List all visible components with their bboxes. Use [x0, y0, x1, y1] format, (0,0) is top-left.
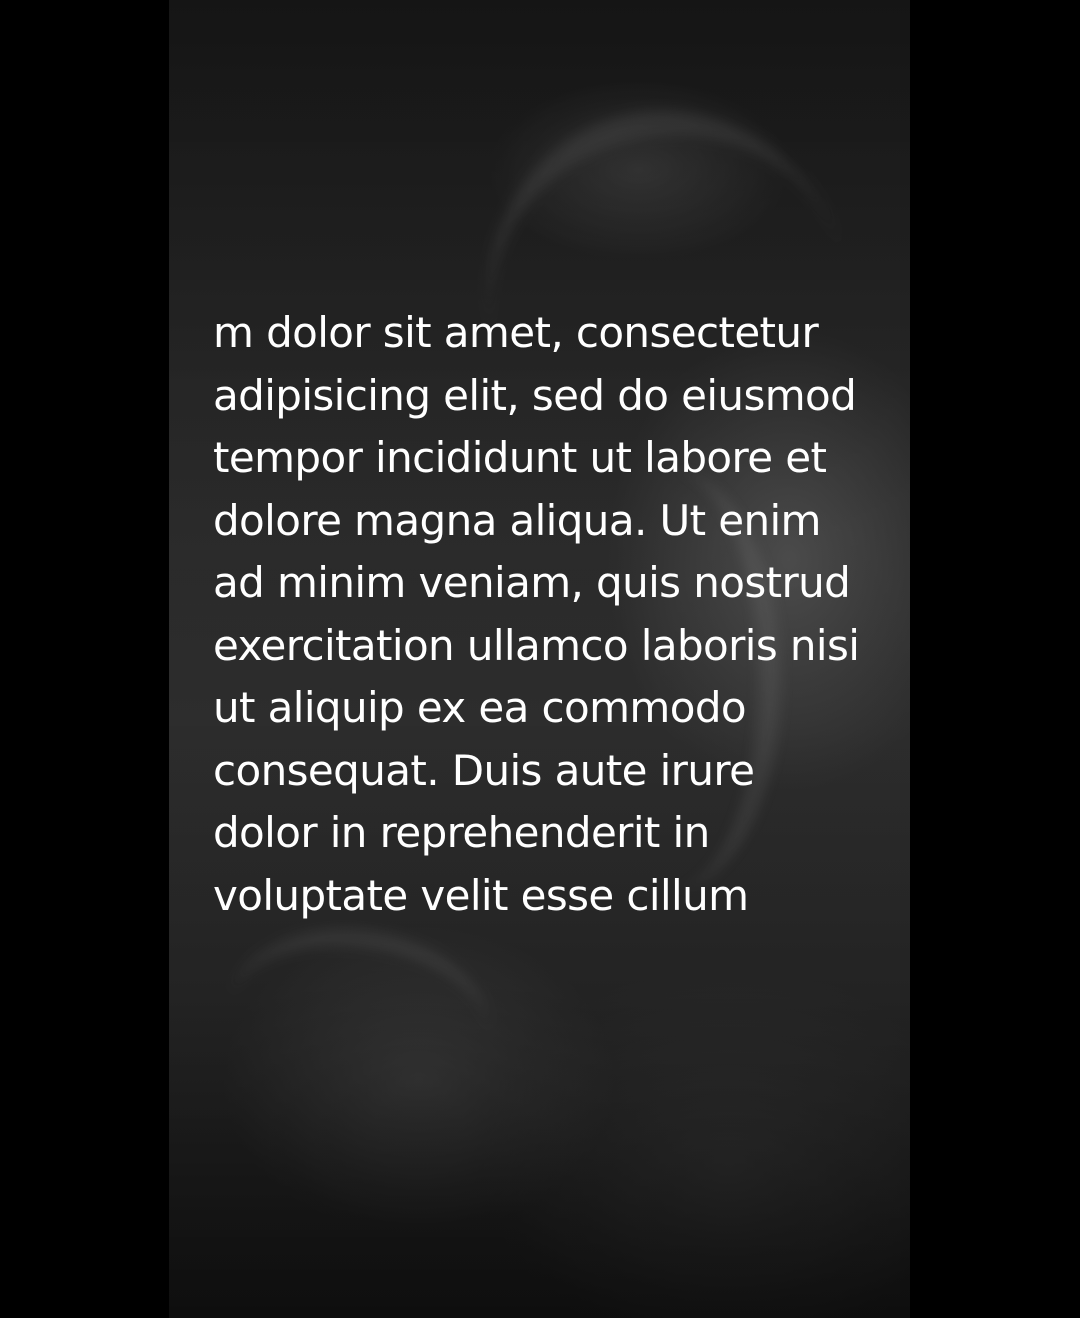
screen: m dolor sit amet, consectetur adipisicin… — [0, 0, 1080, 1318]
body-text: m dolor sit amet, consectetur adipisicin… — [213, 308, 860, 920]
